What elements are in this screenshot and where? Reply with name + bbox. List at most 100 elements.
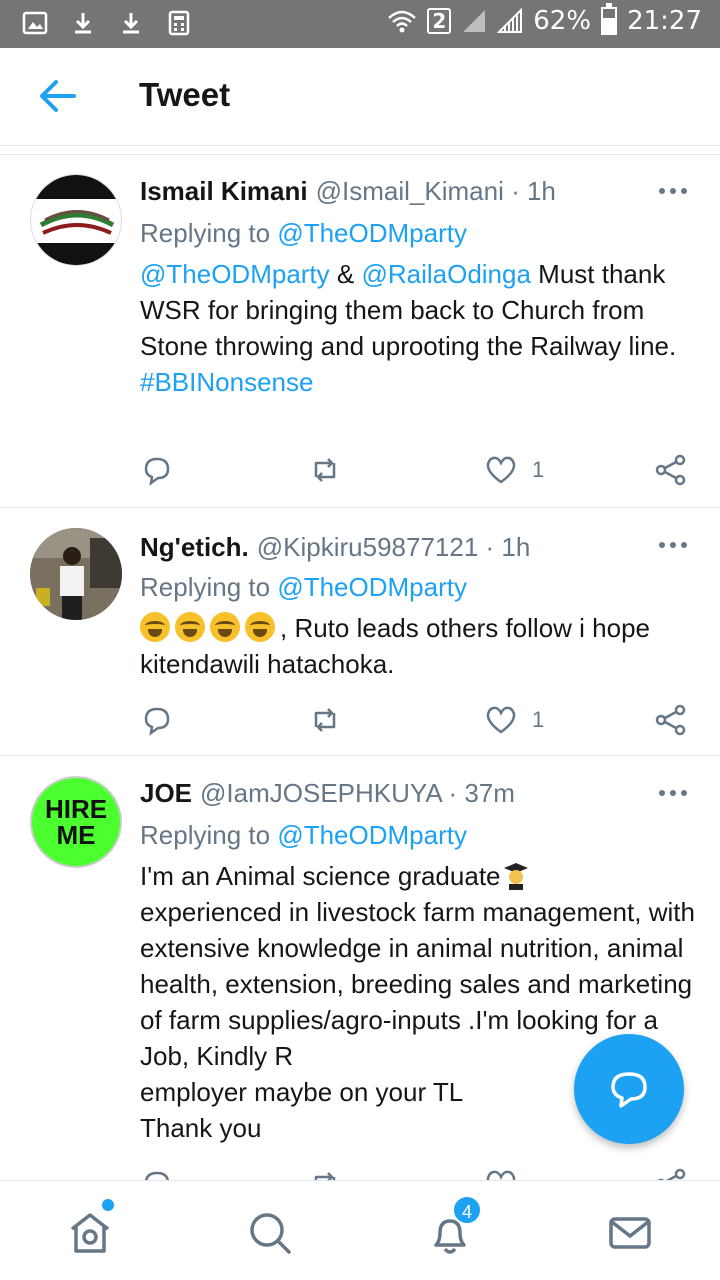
like-button[interactable]: 1: [484, 702, 544, 738]
heart-icon: [486, 456, 516, 484]
replying-to: Replying to @TheODMparty: [140, 572, 467, 603]
crying-laughing-emoji-icon: [210, 612, 240, 642]
replying-to-link[interactable]: @TheODMparty: [277, 572, 467, 602]
wifi-icon: [388, 10, 417, 33]
avatar[interactable]: HIRE ME: [30, 776, 122, 868]
messages-envelope-icon[interactable]: [606, 1209, 654, 1257]
replying-prefix: Replying to: [140, 218, 278, 248]
page-title: Tweet: [139, 76, 231, 113]
tweet[interactable]: Ismail Kimani @Ismail_Kimani · 1h Replyin…: [0, 156, 720, 508]
app-header: Tweet: [0, 48, 720, 146]
search-icon[interactable]: [246, 1209, 294, 1257]
avatar[interactable]: [30, 528, 122, 620]
tweet-time: · 1h: [485, 532, 531, 562]
reply-icon: [145, 1171, 169, 1180]
farm-logo: [31, 175, 121, 265]
text-segment: Thank you: [140, 1113, 262, 1143]
home-icon[interactable]: [66, 1209, 114, 1257]
text-segment: employer maybe on your TL: [140, 1077, 464, 1107]
like-button[interactable]: [484, 1166, 518, 1180]
like-button[interactable]: 1: [484, 452, 544, 488]
tweet-time: · 1h: [511, 176, 556, 206]
crying-laughing-emoji-icon: [140, 612, 170, 642]
replying-to-link[interactable]: @TheODMparty: [277, 820, 467, 850]
user-handle[interactable]: @IamJOSEPHKUYA: [200, 778, 441, 808]
tweet-text: , Ruto leads others follow i hope kitend…: [140, 610, 700, 682]
avatar-text: ME: [56, 820, 96, 850]
mention-link[interactable]: @RailaOdinga: [361, 259, 530, 289]
share-button[interactable]: [654, 452, 688, 488]
share-icon: [657, 1168, 686, 1180]
like-count: 1: [532, 457, 545, 482]
like-count: 1: [532, 707, 545, 732]
mention-link[interactable]: @TheODMparty: [140, 259, 330, 289]
calculator-icon: [168, 10, 190, 36]
share-icon: [655, 454, 686, 486]
tweet-header: Ng'etich. @Kipkiru59877121 · 1h: [140, 532, 530, 563]
download-icon: [75, 13, 91, 34]
retweet-button[interactable]: [308, 452, 342, 488]
battery-icon: [601, 3, 618, 35]
avatar[interactable]: [30, 174, 122, 266]
signal-icon: [463, 10, 486, 32]
reply-icon: [144, 707, 170, 736]
retweet-button[interactable]: [308, 702, 342, 738]
profile-photo: [30, 528, 122, 620]
tweet-actions: [140, 1166, 690, 1180]
tweet[interactable]: Ng'etich. @Kipkiru59877121 · 1h Replying …: [0, 508, 720, 756]
notifications-badge: 4: [452, 1195, 482, 1225]
status-notifications: [22, 10, 192, 36]
battery-percent: 62%: [533, 6, 592, 36]
display-name[interactable]: JOE: [140, 778, 192, 808]
more-options-icon[interactable]: [658, 186, 688, 196]
more-options-icon[interactable]: [658, 540, 688, 550]
status-system: 2 62% 21:27: [387, 3, 702, 36]
display-name[interactable]: Ng'etich.: [140, 532, 249, 562]
sim-indicator: 2: [427, 8, 452, 34]
reply-button[interactable]: [140, 702, 174, 738]
user-handle[interactable]: @Kipkiru59877121: [257, 532, 479, 562]
text-segment: I'm an Animal science graduate: [140, 861, 501, 891]
tweet-header: JOE @IamJOSEPHKUYA · 37m: [140, 778, 515, 809]
replying-to: Replying to @TheODMparty: [140, 820, 467, 851]
crying-laughing-emoji-icon: [245, 612, 275, 642]
crying-laughing-emoji-icon: [175, 612, 205, 642]
share-button[interactable]: [654, 1166, 688, 1180]
tweet-header: Ismail Kimani @Ismail_Kimani · 1h: [140, 176, 556, 207]
replying-prefix: Replying to: [140, 572, 278, 602]
status-bar: 2 62% 21:27: [0, 0, 720, 48]
replying-to: Replying to @TheODMparty: [140, 218, 467, 249]
share-icon: [655, 704, 686, 736]
text-segment: &: [329, 259, 362, 289]
retweet-icon: [314, 1172, 336, 1180]
replying-prefix: Replying to: [140, 820, 278, 850]
reply-icon: [611, 1072, 647, 1108]
retweet-button[interactable]: [308, 1166, 342, 1180]
share-button[interactable]: [654, 702, 688, 738]
download-icon: [123, 13, 139, 34]
tweet-actions: 1: [140, 452, 690, 488]
tweet-text: @TheODMparty & @RailaOdinga Must thank W…: [140, 256, 700, 400]
retweet-icon: [314, 458, 336, 482]
clock: 21:27: [627, 6, 702, 36]
retweet-icon: [314, 708, 336, 732]
tweet-time: · 37m: [448, 778, 515, 808]
display-name[interactable]: Ismail Kimani: [140, 176, 308, 206]
reply-button[interactable]: [140, 1166, 174, 1180]
gallery-icon: [22, 11, 48, 35]
bottom-navigation: 4: [0, 1180, 720, 1280]
signal-icon: [497, 8, 523, 33]
more-options-icon[interactable]: [658, 788, 688, 798]
user-handle[interactable]: @Ismail_Kimani: [316, 176, 504, 206]
avatar-text: HIRE: [44, 794, 108, 824]
reply-icon: [144, 457, 170, 486]
graduate-emoji-icon: [503, 863, 528, 890]
compose-reply-button[interactable]: [574, 1034, 684, 1144]
new-content-dot: [102, 1199, 114, 1211]
reply-button[interactable]: [140, 452, 174, 488]
heart-icon: [486, 1170, 516, 1180]
heart-icon: [486, 706, 516, 734]
back-arrow-icon[interactable]: [36, 76, 80, 116]
hashtag-link[interactable]: #BBINonsense: [140, 367, 313, 397]
replying-to-link[interactable]: @TheODMparty: [277, 218, 467, 248]
